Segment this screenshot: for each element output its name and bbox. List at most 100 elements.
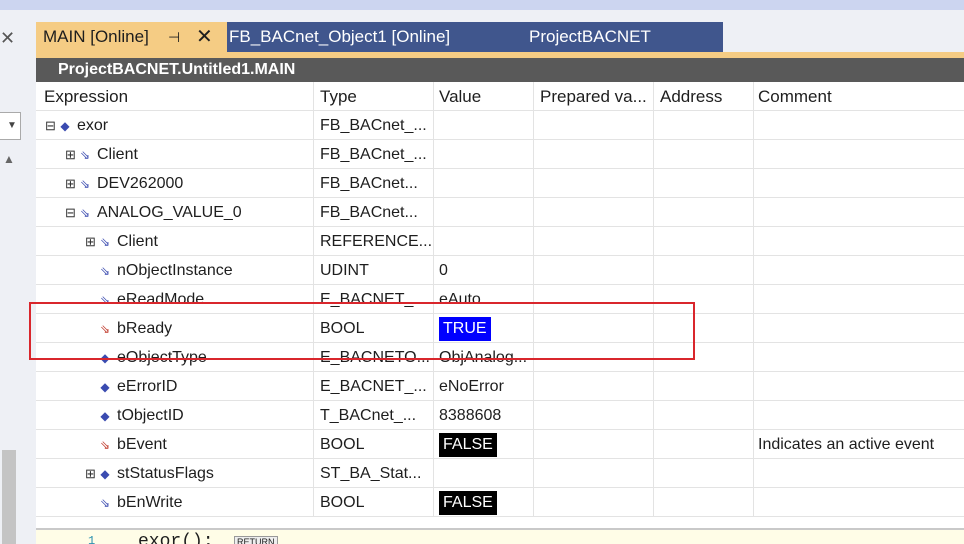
cell-prepared-value[interactable]	[534, 169, 654, 198]
table-row[interactable]: ⇘ bEvent BOOL FALSE Indicates an active even…	[36, 430, 964, 459]
code-editor[interactable]: 1 exor(); RETURN	[36, 530, 964, 544]
variable-icon: ⇘	[79, 148, 91, 162]
cell-prepared-value[interactable]	[534, 227, 654, 256]
cell-prepared-value[interactable]	[534, 459, 654, 488]
collapse-icon[interactable]: ⊟	[44, 111, 57, 139]
variable-icon: ⇘	[99, 496, 111, 510]
highlight-box	[29, 302, 695, 360]
table-row[interactable]: ⊞ ⇘ DEV262000 FB_BACnet...	[36, 169, 964, 198]
chevron-down-icon[interactable]: ▼	[7, 120, 17, 131]
column-header-prepared-value[interactable]: Prepared va...	[534, 82, 654, 111]
variable-name: Client	[97, 146, 138, 163]
cell-value[interactable]: 8388608	[434, 401, 534, 430]
cell-value[interactable]: eNoError	[434, 372, 534, 401]
tab-projectbacnet[interactable]: ProjectBACNET	[522, 22, 723, 52]
variable-icon: ⇘	[99, 235, 111, 249]
cell-address	[654, 459, 754, 488]
cell-comment	[754, 285, 964, 314]
tab-fb-bacnet-object1[interactable]: FB_BACnet_Object1 [Online]	[222, 22, 559, 52]
cell-value[interactable]	[434, 111, 534, 140]
expand-icon[interactable]: ⊞	[64, 169, 77, 197]
cell-type: REFERENCE...	[314, 227, 434, 256]
cell-comment	[754, 169, 964, 198]
cell-prepared-value[interactable]	[534, 372, 654, 401]
cell-value[interactable]: FALSE	[434, 488, 534, 517]
cell-value[interactable]: FALSE	[434, 430, 534, 459]
column-header-type[interactable]: Type	[314, 82, 434, 111]
close-icon[interactable]: ✕	[0, 28, 15, 49]
cell-expression[interactable]: ◆ tObjectID	[36, 401, 314, 430]
tab-main[interactable]: MAIN [Online] ⊣ ✕	[36, 22, 227, 52]
column-header-value[interactable]: Value	[434, 82, 534, 111]
expand-icon[interactable]: ⊞	[84, 459, 97, 487]
cell-prepared-value[interactable]	[534, 198, 654, 227]
cell-expression[interactable]: ⇘ bEnWrite	[36, 488, 314, 517]
variable-name: eErrorID	[117, 378, 178, 395]
cell-value[interactable]	[434, 198, 534, 227]
cell-comment	[754, 314, 964, 343]
cell-value[interactable]	[434, 140, 534, 169]
table-row[interactable]: ◆ tObjectID T_BACnet_... 8388608	[36, 401, 964, 430]
cell-expression[interactable]: ⊞ ⇘ DEV262000	[36, 169, 314, 198]
cell-prepared-value[interactable]	[534, 401, 654, 430]
cell-value[interactable]	[434, 459, 534, 488]
variable-name: nObjectInstance	[117, 262, 233, 279]
cell-address	[654, 401, 754, 430]
cell-comment	[754, 111, 964, 140]
table-header: Expression Type Value Prepared va... Add…	[36, 82, 964, 111]
false-value-badge[interactable]: FALSE	[439, 491, 497, 515]
cell-expression[interactable]: ◆ eErrorID	[36, 372, 314, 401]
column-header-expression[interactable]: Expression	[36, 82, 314, 111]
cell-prepared-value[interactable]	[534, 111, 654, 140]
expand-icon[interactable]: ⊞	[84, 227, 97, 255]
column-header-address[interactable]: Address	[654, 82, 754, 111]
cell-expression[interactable]: ⊞ ◆ stStatusFlags	[36, 459, 314, 488]
cell-expression[interactable]: ⊟ ⇘ ANALOG_VALUE_0	[36, 198, 314, 227]
variable-name: bEvent	[117, 436, 167, 453]
pin-icon[interactable]: ⊣	[168, 22, 180, 52]
cell-address	[654, 111, 754, 140]
code-line[interactable]: exor();	[138, 532, 214, 544]
cell-expression[interactable]: ⊞ ⇘ Client	[36, 227, 314, 256]
table-row[interactable]: ◆ eErrorID E_BACNET_... eNoError	[36, 372, 964, 401]
cell-prepared-value[interactable]	[534, 488, 654, 517]
table-row[interactable]: ⊟ ◆ exor FB_BACnet_...	[36, 111, 964, 140]
variable-icon: ◆	[100, 409, 110, 423]
table-row[interactable]: ⊟ ⇘ ANALOG_VALUE_0 FB_BACnet...	[36, 198, 964, 227]
cell-address	[654, 256, 754, 285]
variable-icon: ⇘	[99, 264, 111, 278]
scroll-up-icon[interactable]: ▲	[3, 152, 15, 166]
column-header-comment[interactable]: Comment	[754, 82, 964, 111]
cell-type: UDINT	[314, 256, 434, 285]
cell-value[interactable]	[434, 169, 534, 198]
scrollbar[interactable]	[2, 450, 16, 544]
false-value-badge[interactable]: FALSE	[439, 433, 497, 457]
cell-expression[interactable]: ⊟ ◆ exor	[36, 111, 314, 140]
cell-comment	[754, 140, 964, 169]
cell-prepared-value[interactable]	[534, 430, 654, 459]
table-row[interactable]: ⊞ ◆ stStatusFlags ST_BA_Stat...	[36, 459, 964, 488]
cell-type: ST_BA_Stat...	[314, 459, 434, 488]
cell-expression[interactable]: ⊞ ⇘ Client	[36, 140, 314, 169]
cell-type: BOOL	[314, 430, 434, 459]
cell-value[interactable]	[434, 227, 534, 256]
cell-expression[interactable]: ⇘ bEvent	[36, 430, 314, 459]
cell-prepared-value[interactable]	[534, 140, 654, 169]
cell-prepared-value[interactable]	[534, 256, 654, 285]
cell-comment	[754, 343, 964, 372]
cell-address	[654, 227, 754, 256]
cell-value[interactable]: 0	[434, 256, 534, 285]
cell-comment	[754, 401, 964, 430]
tab-label: MAIN [Online]	[43, 27, 149, 46]
table-row[interactable]: ⊞ ⇘ Client REFERENCE...	[36, 227, 964, 256]
close-tab-icon[interactable]: ✕	[196, 22, 213, 52]
cell-expression[interactable]: ⇘ nObjectInstance	[36, 256, 314, 285]
cell-address	[654, 140, 754, 169]
table-row[interactable]: ⇘ bEnWrite BOOL FALSE	[36, 488, 964, 517]
cell-type: FB_BACnet_...	[314, 111, 434, 140]
cell-comment	[754, 227, 964, 256]
expand-icon[interactable]: ⊞	[64, 140, 77, 168]
table-row[interactable]: ⇘ nObjectInstance UDINT 0	[36, 256, 964, 285]
collapse-icon[interactable]: ⊟	[64, 198, 77, 226]
table-row[interactable]: ⊞ ⇘ Client FB_BACnet_...	[36, 140, 964, 169]
